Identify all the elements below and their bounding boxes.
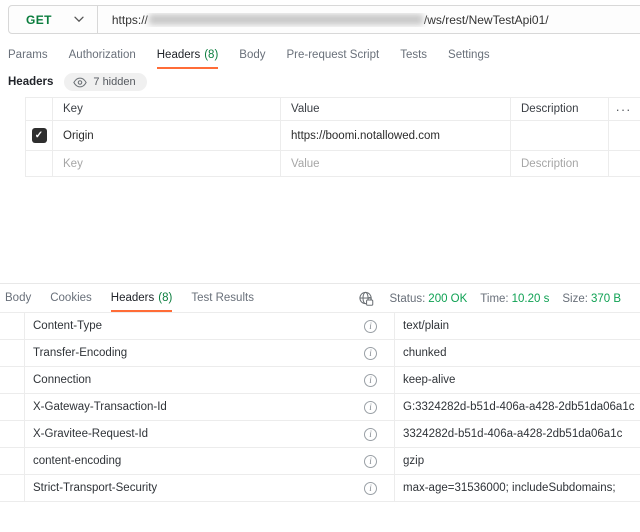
response-pane: Body Cookies Headers(8) Test Results Sta… — [0, 283, 640, 502]
response-time: Time:10.20 s — [480, 293, 549, 305]
info-icon[interactable]: i — [364, 482, 377, 495]
key-column-header: Key — [53, 98, 281, 120]
response-header-row: Content-Typei text/plain — [0, 313, 640, 340]
info-icon[interactable]: i — [364, 455, 377, 468]
header-value-field[interactable]: https://boomi.notallowed.com — [281, 121, 511, 150]
url-redacted-segment — [149, 14, 423, 25]
status-code: Status:200 OK — [389, 293, 467, 305]
info-icon[interactable]: i — [364, 401, 377, 414]
hidden-headers-label: 7 hidden — [93, 76, 135, 88]
response-header-row: X-Gravitee-Request-Idi 3324282d-b51d-406… — [0, 421, 640, 448]
response-header-row: X-Gateway-Transaction-Idi G:3324282d-b51… — [0, 394, 640, 421]
request-tabs: Params Authorization Headers(8) Body Pre… — [0, 40, 640, 69]
info-icon[interactable]: i — [364, 428, 377, 441]
network-globe-lock-icon[interactable] — [358, 291, 374, 306]
response-tabs: Body Cookies Headers(8) Test Results Sta… — [0, 284, 640, 313]
hidden-headers-toggle[interactable]: 7 hidden — [64, 73, 146, 91]
new-key-field[interactable]: Key — [53, 151, 281, 176]
response-tab-headers[interactable]: Headers(8) — [111, 284, 173, 312]
new-value-field[interactable]: Value — [281, 151, 511, 176]
tab-pre-request-script[interactable]: Pre-request Script — [287, 40, 380, 69]
header-description-field[interactable] — [511, 121, 609, 150]
tab-params[interactable]: Params — [8, 40, 48, 69]
response-tab-body[interactable]: Body — [5, 284, 31, 312]
tab-tests[interactable]: Tests — [400, 40, 427, 69]
tab-authorization[interactable]: Authorization — [69, 40, 136, 69]
url-input[interactable]: https:// /ws/rest/NewTestApi01/ — [98, 13, 549, 27]
headers-subheader: Headers 7 hidden — [8, 73, 147, 91]
response-status-bar: Status:200 OK Time:10.20 s Size:370 B — [358, 284, 621, 313]
response-header-row: Transfer-Encodingi chunked — [0, 340, 640, 367]
eye-icon — [73, 77, 87, 88]
new-description-field[interactable]: Description — [511, 151, 609, 176]
header-enabled-checkbox[interactable]: ✓ — [32, 128, 47, 143]
response-header-row: content-encodingi gzip — [0, 448, 640, 475]
tab-headers[interactable]: Headers(8) — [157, 40, 219, 69]
response-size: Size:370 B — [562, 293, 621, 305]
table-row: ✓ Origin https://boomi.notallowed.com — [26, 121, 640, 151]
response-tab-cookies[interactable]: Cookies — [50, 284, 92, 312]
url-suffix: /ws/rest/NewTestApi01/ — [424, 13, 549, 27]
response-tab-test-results[interactable]: Test Results — [191, 284, 254, 312]
method-label: GET — [9, 13, 52, 27]
select-column-header — [26, 98, 53, 120]
more-actions-icon[interactable]: ··· — [616, 103, 634, 116]
tab-settings[interactable]: Settings — [448, 40, 490, 69]
method-selector[interactable]: GET — [9, 6, 97, 33]
tab-body[interactable]: Body — [239, 40, 265, 69]
headers-count: (8) — [204, 49, 218, 61]
response-header-row: Strict-Transport-Securityi max-age=31536… — [0, 475, 640, 502]
response-header-row: Connectioni keep-alive — [0, 367, 640, 394]
info-icon[interactable]: i — [364, 374, 377, 387]
request-headers-table: Key Value Description ··· ✓ Origin https… — [25, 97, 640, 177]
header-key-field[interactable]: Origin — [53, 121, 281, 150]
chevron-down-icon — [74, 16, 84, 23]
info-icon[interactable]: i — [364, 320, 377, 333]
description-column-header: Description — [511, 98, 609, 120]
request-url-bar: GET https:// /ws/rest/NewTestApi01/ — [8, 5, 640, 34]
table-row-placeholder: Key Value Description — [26, 151, 640, 177]
response-headers-table: Content-Typei text/plain Transfer-Encodi… — [0, 313, 640, 502]
headers-section-title: Headers — [8, 76, 53, 88]
table-header-row: Key Value Description ··· — [26, 98, 640, 121]
url-prefix: https:// — [112, 13, 148, 27]
response-headers-count: (8) — [158, 292, 172, 304]
info-icon[interactable]: i — [364, 347, 377, 360]
value-column-header: Value — [281, 98, 511, 120]
